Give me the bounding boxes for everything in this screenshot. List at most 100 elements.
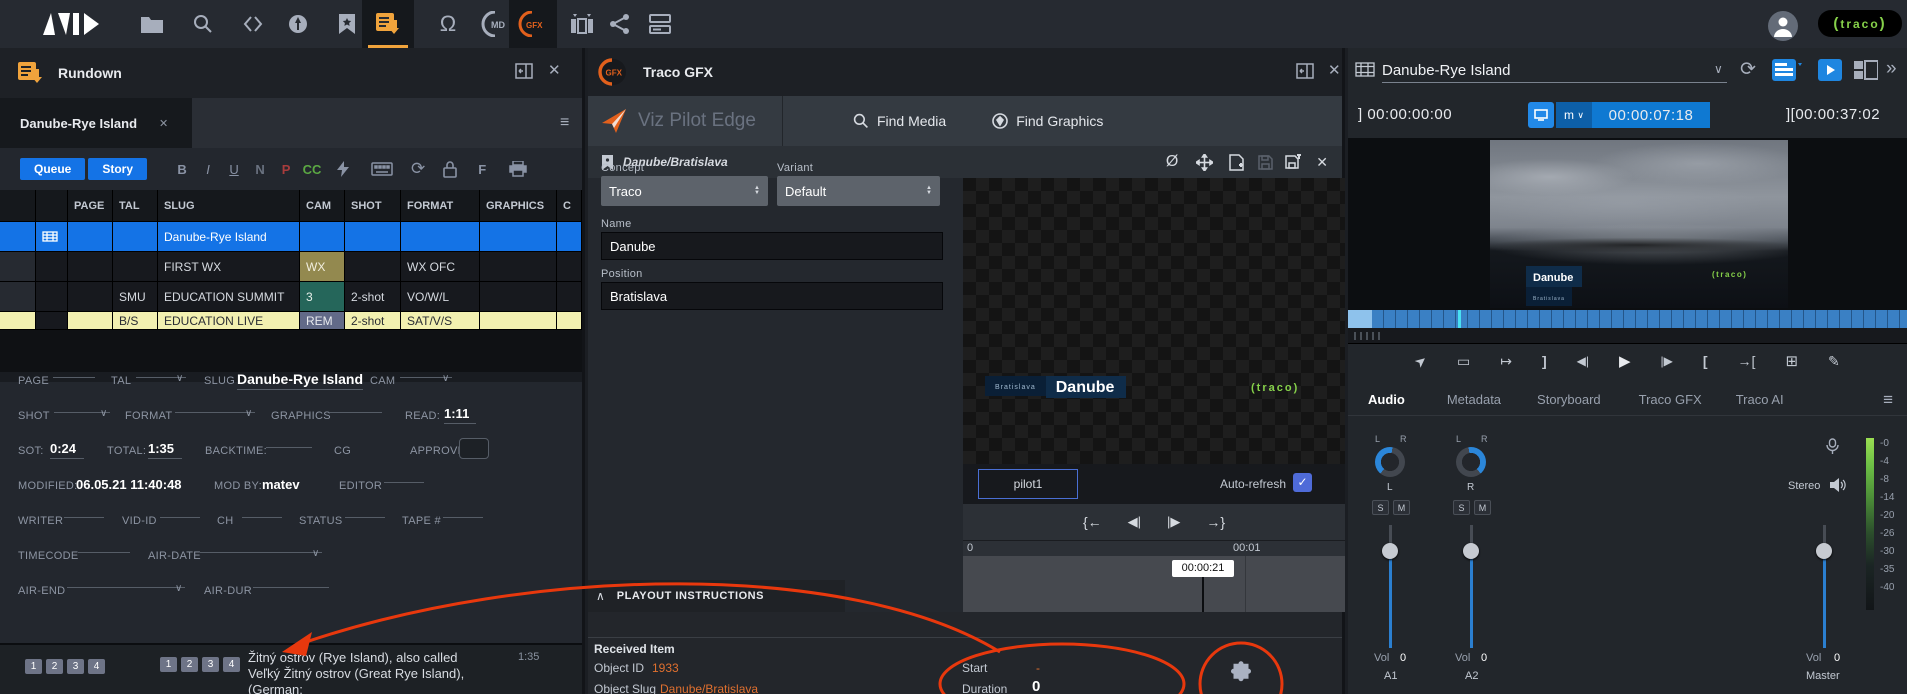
story-button[interactable]: Story xyxy=(88,158,147,180)
name-input[interactable]: Danube xyxy=(601,232,943,260)
vidid-field[interactable] xyxy=(160,503,200,518)
font-button[interactable]: F xyxy=(469,162,495,177)
plugin-puzzle-icon[interactable] xyxy=(1226,660,1256,690)
mute-button-a2[interactable]: M xyxy=(1474,500,1491,515)
tab-pilot1[interactable]: pilot1 xyxy=(978,469,1078,499)
find-graphics-tab[interactable]: Find Graphics xyxy=(992,113,1103,129)
autorefresh-checkbox[interactable]: ✓ xyxy=(1293,473,1312,492)
col-format[interactable]: FORMAT xyxy=(401,190,480,221)
italic-button[interactable]: I xyxy=(195,162,221,177)
clip-selector-chevron-icon[interactable]: ∨ xyxy=(1714,62,1723,76)
speaker-icon[interactable] xyxy=(1830,478,1846,492)
col-page[interactable]: PAGE xyxy=(68,190,113,221)
position-input[interactable]: Bratislava xyxy=(601,282,943,310)
closed-caption-style-button[interactable]: CC xyxy=(299,162,325,177)
queue-button[interactable]: Queue xyxy=(20,158,85,180)
airend-select[interactable] xyxy=(67,573,185,588)
move-icon[interactable] xyxy=(1196,154,1213,171)
solo-button-a2[interactable]: S xyxy=(1453,500,1470,515)
volume-knob-a1[interactable] xyxy=(1382,543,1398,559)
video-frame[interactable]: Danube Bratislava (traco) xyxy=(1490,140,1788,308)
playout-instructions-bar[interactable]: ∧ PLAYOUT INSTRUCTIONS xyxy=(588,580,845,612)
presenter-style-button[interactable]: P xyxy=(273,162,299,177)
tab-storyboard[interactable]: Storyboard xyxy=(1537,392,1601,407)
reload-clip-icon[interactable]: ⟳ xyxy=(1740,58,1756,81)
step-back-button[interactable]: ◀| xyxy=(1128,514,1141,530)
camera-chip[interactable]: 2 xyxy=(181,657,198,672)
ch-field[interactable] xyxy=(242,503,282,518)
timecode-field[interactable] xyxy=(78,538,130,553)
scrubber-playhead[interactable] xyxy=(1458,310,1461,328)
timecode-mode-select[interactable]: m ∨ xyxy=(1556,102,1592,128)
rundown-app-icon[interactable] xyxy=(362,0,414,48)
step-back-icon[interactable]: ◀| xyxy=(1577,354,1589,368)
tab-audio[interactable]: Audio xyxy=(1368,392,1405,407)
find-media-tab[interactable]: Find Media xyxy=(853,113,946,129)
tab-menu-icon[interactable]: ≡ xyxy=(1883,390,1893,410)
queue-menu-icon[interactable]: ≡ xyxy=(560,114,569,132)
status-field[interactable] xyxy=(345,503,385,518)
panel-close-icon[interactable]: ✕ xyxy=(548,61,561,79)
traco-gfx-app-icon[interactable]: GFX xyxy=(509,0,557,48)
tab-traco-gfx[interactable]: Traco GFX xyxy=(1639,392,1702,407)
solo-button-a1[interactable]: S xyxy=(1372,500,1389,515)
gfx-popout-icon[interactable] xyxy=(1296,63,1314,79)
graphics-field[interactable] xyxy=(330,398,382,413)
backtime-field[interactable] xyxy=(266,433,312,448)
play-icon[interactable]: ▶ xyxy=(1619,352,1631,370)
more-panels-icon[interactable]: » xyxy=(1886,58,1897,80)
camera-chip[interactable]: 2 xyxy=(46,659,63,674)
timeline-playhead[interactable] xyxy=(1202,577,1204,612)
lock-icon[interactable] xyxy=(443,161,457,178)
underline-button[interactable]: U xyxy=(221,162,247,177)
variant-select[interactable]: Default▲▼ xyxy=(777,176,940,206)
tab-metadata[interactable]: Metadata xyxy=(1447,392,1501,407)
go-to-out-icon[interactable]: →[ xyxy=(1738,353,1756,369)
rundown-row[interactable]: SMU EDUCATION SUMMIT 3 2-shot VO/W/L xyxy=(0,282,582,312)
new-item-icon[interactable] xyxy=(1229,154,1244,171)
pan-dial-a1[interactable] xyxy=(1375,447,1405,477)
jump-to-end-button[interactable]: →} xyxy=(1206,514,1225,530)
script-editor[interactable]: 1234 1234 Žitný ostrov (Rye Island), als… xyxy=(0,643,582,694)
bold-button[interactable]: B xyxy=(169,162,195,177)
player-mode-blue-icon[interactable] xyxy=(1818,59,1842,81)
panel-popout-icon[interactable] xyxy=(515,63,533,79)
step-forward-icon[interactable]: |▶ xyxy=(1661,354,1673,368)
airdate-select[interactable] xyxy=(200,538,322,553)
production-cue-icon[interactable] xyxy=(371,162,393,176)
col-c[interactable]: C xyxy=(557,190,582,221)
save-icon[interactable] xyxy=(1258,155,1273,170)
mark-out-icon[interactable]: ] xyxy=(1542,353,1547,369)
jump-to-start-button[interactable]: {← xyxy=(1083,514,1102,530)
volume-knob-master[interactable] xyxy=(1816,543,1832,559)
queue-manager-icon[interactable] xyxy=(636,0,684,48)
preview-toggle-icon[interactable]: Ø xyxy=(1166,153,1178,171)
player-output-icon[interactable] xyxy=(1528,102,1554,128)
tab-traco-ai[interactable]: Traco AI xyxy=(1736,392,1784,407)
annotate-icon[interactable]: ✎ xyxy=(1828,353,1840,370)
format-select[interactable] xyxy=(175,398,255,413)
page-field[interactable] xyxy=(53,363,95,378)
col-tal[interactable]: TAL xyxy=(113,190,158,221)
camera-chip[interactable]: 1 xyxy=(160,657,177,672)
airdur-field[interactable] xyxy=(253,573,329,588)
go-to-in-icon[interactable]: ↦ xyxy=(1500,353,1512,370)
normal-style-button[interactable]: N xyxy=(247,162,273,177)
script-text[interactable]: Žitný ostrov (Rye Island), also called V… xyxy=(248,650,513,694)
col-slug[interactable]: SLUG xyxy=(158,190,300,221)
concept-select[interactable]: Traco▲▼ xyxy=(601,176,768,206)
split-layout-icon[interactable] xyxy=(1854,59,1878,81)
mark-in-icon[interactable]: [ xyxy=(1703,353,1708,369)
tape-field[interactable] xyxy=(443,503,483,518)
col-graphics[interactable]: GRAPHICS xyxy=(480,190,557,221)
send-to-playback-icon[interactable]: ➤ xyxy=(1411,351,1431,372)
slug-field[interactable]: Danube-Rye Island xyxy=(237,371,363,390)
camera-chip[interactable]: 3 xyxy=(67,659,84,674)
machine-control-icon[interactable] xyxy=(335,161,351,177)
match-frame-icon[interactable]: ▭ xyxy=(1457,353,1470,370)
current-timecode[interactable]: 00:00:07:18 xyxy=(1592,102,1710,128)
search-icon[interactable] xyxy=(179,0,227,48)
user-avatar[interactable] xyxy=(1768,11,1798,41)
writer-field[interactable] xyxy=(64,503,104,518)
camera-chip[interactable]: 3 xyxy=(202,657,219,672)
